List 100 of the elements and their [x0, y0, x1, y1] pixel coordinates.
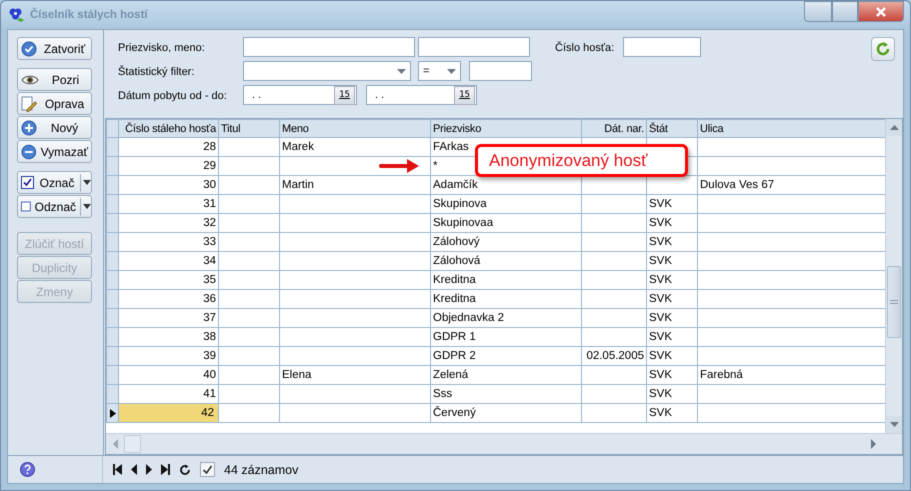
date-from-field[interactable]: . . 15 — [243, 85, 357, 105]
operator-dropdown[interactable]: = — [418, 61, 461, 81]
table-cell: 34 — [203, 255, 216, 267]
table-cell: Kreditna — [433, 293, 476, 305]
calendar-button[interactable]: 15 — [334, 86, 355, 104]
show-marked-checkbox[interactable] — [200, 462, 215, 477]
annotation-callout: Anonymizovaný hosť — [475, 144, 688, 177]
table-cell: Červený — [433, 407, 476, 419]
table-cell: Kreditna — [433, 274, 476, 286]
table-cell: Marek — [282, 141, 314, 153]
table-cell: SVK — [649, 236, 672, 248]
flower-icon — [7, 7, 25, 23]
checkbox-icon — [21, 176, 34, 189]
table-cell: 36 — [203, 293, 216, 305]
table-cell: SVK — [649, 274, 672, 286]
previous-record-icon[interactable] — [131, 464, 137, 475]
table-cell: Sss — [433, 388, 452, 400]
table-cell: SVK — [649, 407, 672, 419]
sidebar-button[interactable]: Vymazať — [17, 140, 92, 163]
window-title: Číselník stálych hostí — [30, 9, 148, 21]
close-button[interactable] — [858, 1, 904, 22]
table-cell: SVK — [649, 369, 672, 381]
column-header[interactable]: Meno — [280, 120, 430, 138]
table-cell: 38 — [203, 331, 216, 343]
table-cell: 31 — [203, 198, 216, 210]
last-record-icon[interactable] — [161, 464, 170, 475]
calendar-button[interactable]: 15 — [454, 86, 475, 104]
refresh-button[interactable] — [871, 37, 895, 61]
scroll-up-icon[interactable] — [890, 125, 898, 130]
table-cell: SVK — [649, 198, 672, 210]
table-cell: SVK — [649, 312, 672, 324]
guest-number-field[interactable] — [623, 37, 701, 57]
minus-icon — [21, 144, 37, 160]
field-label: Štatistický filter: — [118, 66, 196, 78]
table-cell: Zálohový — [433, 236, 480, 248]
sidebar-button[interactable]: Označ — [17, 171, 92, 194]
table-cell: GDPR 2 — [433, 350, 476, 362]
sidebar-button[interactable]: Nový — [17, 116, 92, 139]
column-header[interactable]: Titul — [218, 120, 280, 138]
vertical-scrollbar[interactable] — [885, 119, 902, 433]
sidebar-button[interactable]: Oprava — [17, 92, 92, 115]
table-cell: Zálohová — [433, 255, 480, 267]
table-cell: 29 — [203, 160, 216, 172]
help-icon[interactable] — [20, 462, 35, 477]
refresh-icon — [875, 41, 891, 57]
next-record-icon[interactable] — [146, 464, 152, 475]
table-cell: Dulova Ves 67 — [700, 179, 774, 191]
column-header[interactable]: Dát. nar. — [582, 120, 646, 138]
surname-field[interactable] — [243, 37, 415, 57]
column-header[interactable]: Číslo stáleho hosťa — [118, 120, 218, 138]
dropdown-arrow-icon — [83, 204, 91, 209]
table-cell: SVK — [649, 255, 672, 267]
pencil-page-icon — [21, 96, 37, 112]
table-cell: 02.05.2005 — [586, 350, 644, 362]
table-cell: Skupinova — [433, 198, 487, 210]
table-cell: SVK — [649, 217, 672, 229]
arrow-icon — [379, 158, 421, 174]
eye-icon — [21, 74, 39, 86]
table-cell: SVK — [649, 350, 672, 362]
table-cell: 39 — [203, 350, 216, 362]
field-label: Číslo hosťa: — [554, 42, 616, 54]
scroll-down-icon[interactable] — [890, 422, 898, 427]
maximize-button[interactable] — [832, 1, 858, 22]
sidebar-button[interactable]: Odznač — [17, 195, 92, 218]
table-cell: SVK — [649, 293, 672, 305]
minimize-button[interactable] — [804, 1, 832, 22]
column-header[interactable]: Priezvisko — [430, 120, 582, 138]
table-cell: 41 — [203, 388, 216, 400]
field-label: Dátum pobytu od - do: — [118, 90, 228, 102]
table-cell: Farebná — [700, 369, 743, 381]
table-cell: 37 — [203, 312, 216, 324]
column-header[interactable]: Ulica — [698, 120, 885, 138]
statistic-filter-dropdown[interactable] — [243, 61, 411, 81]
table-cell: 32 — [203, 217, 216, 229]
sidebar-button[interactable]: Zatvoriť — [17, 37, 92, 60]
name-field[interactable] — [418, 37, 530, 57]
sidebar-button[interactable]: Pozri — [17, 68, 92, 91]
table-cell: SVK — [649, 388, 672, 400]
table-cell: Objednavka 2 — [433, 312, 504, 324]
plus-icon — [21, 120, 37, 136]
dropdown-arrow-icon — [83, 180, 91, 185]
horizontal-scrollbar[interactable] — [106, 433, 902, 454]
table-cell: SVK — [649, 331, 672, 343]
refresh-icon[interactable] — [179, 464, 191, 476]
table-cell: Skupinovaa — [433, 217, 494, 229]
column-header[interactable]: Štát — [646, 120, 698, 138]
table-cell: Adamčík — [433, 179, 478, 191]
close-icon — [875, 6, 887, 16]
table-cell: 28 — [203, 141, 216, 153]
row-pointer-icon — [110, 408, 116, 418]
table-cell: 30 — [203, 179, 216, 191]
scroll-thumb[interactable] — [124, 435, 141, 453]
first-record-icon[interactable] — [113, 464, 122, 475]
date-to-field[interactable]: . . 15 — [366, 85, 477, 105]
checkbox-icon — [21, 200, 31, 213]
table-cell: GDPR 1 — [433, 331, 476, 343]
table-cell: 40 — [203, 369, 216, 381]
record-count: 44 záznamov — [224, 462, 298, 476]
table-cell: Zelená — [433, 369, 468, 381]
value-field[interactable] — [469, 61, 532, 81]
